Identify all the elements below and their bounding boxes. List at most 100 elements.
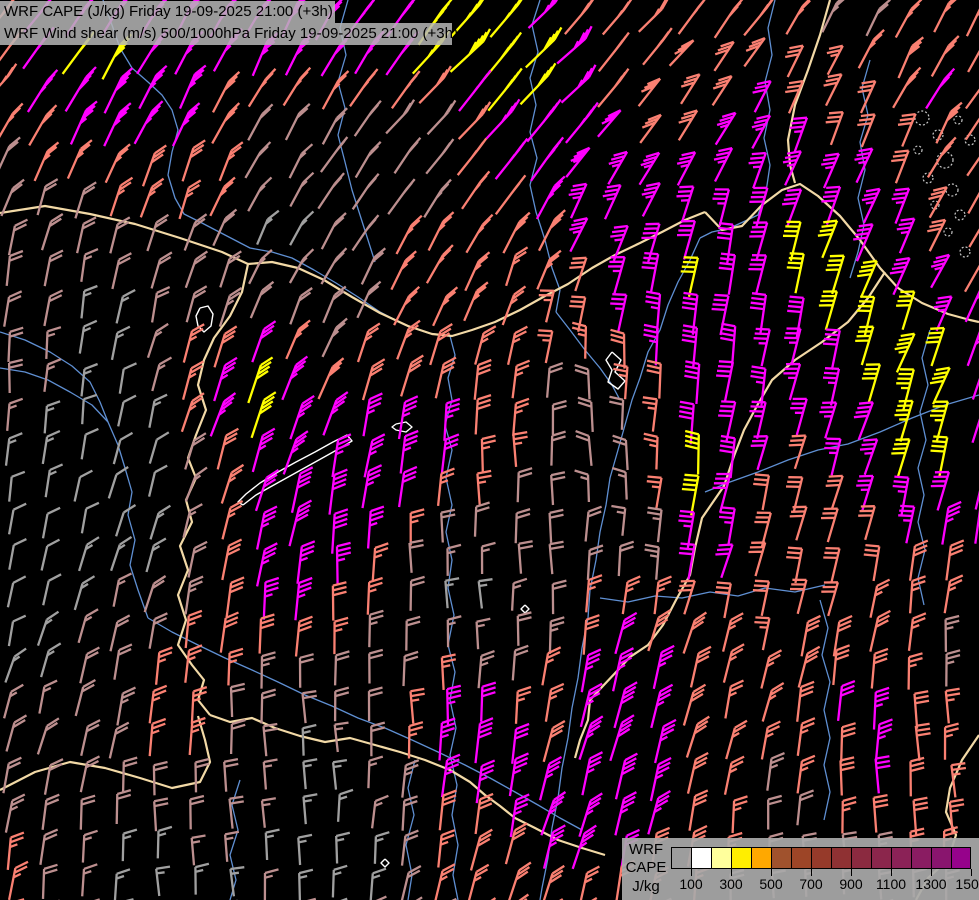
wind-barb bbox=[783, 222, 801, 261]
wind-barb bbox=[265, 869, 279, 900]
urban-area-blob bbox=[955, 210, 965, 220]
wind-barb bbox=[557, 26, 591, 63]
wind-barb bbox=[262, 652, 276, 688]
wind-barb bbox=[823, 330, 840, 370]
wind-barb bbox=[79, 609, 99, 643]
wind-barb bbox=[516, 509, 530, 543]
colorbar-cell bbox=[691, 847, 711, 869]
wind-barb bbox=[150, 432, 169, 463]
river-line bbox=[918, 330, 930, 605]
wind-barb bbox=[300, 654, 314, 688]
wind-barb bbox=[369, 650, 383, 684]
wind-barb bbox=[582, 752, 602, 795]
wind-barb bbox=[186, 468, 207, 502]
wind-barb bbox=[833, 645, 849, 685]
wind-barb bbox=[684, 361, 699, 404]
wind-barb bbox=[640, 115, 661, 143]
wind-barb bbox=[120, 363, 137, 393]
wind-barb bbox=[784, 329, 800, 366]
wind-barb bbox=[82, 503, 99, 534]
wind-barb bbox=[876, 719, 893, 761]
wind-barb bbox=[790, 399, 807, 435]
wind-barb bbox=[690, 790, 708, 830]
wind-barb bbox=[719, 507, 735, 545]
wind-barb bbox=[684, 613, 707, 654]
wind-barb bbox=[222, 540, 241, 581]
wind-barb bbox=[154, 762, 168, 795]
wind-barb bbox=[725, 681, 743, 719]
wind-barb bbox=[264, 760, 278, 790]
wind-barb bbox=[841, 757, 855, 795]
wind-barb bbox=[394, 287, 419, 325]
wind-barb bbox=[392, 71, 420, 108]
wind-barb bbox=[427, 245, 453, 283]
wind-barb bbox=[180, 180, 201, 219]
wind-barb bbox=[333, 760, 347, 790]
wind-barb bbox=[386, 100, 414, 134]
wind-barb bbox=[406, 617, 420, 651]
wind-barb bbox=[321, 248, 346, 284]
wind-barb bbox=[221, 613, 239, 653]
wind-barb bbox=[726, 721, 747, 759]
wind-barb bbox=[40, 830, 57, 865]
wind-barb bbox=[508, 327, 527, 365]
wind-barb bbox=[647, 361, 661, 399]
wind-barb bbox=[725, 757, 744, 795]
wind-barb bbox=[296, 617, 313, 657]
wind-barb bbox=[681, 74, 700, 104]
wind-barb bbox=[860, 439, 877, 474]
wind-barb bbox=[304, 794, 318, 824]
colorbar-tick-label: 700 bbox=[789, 876, 833, 892]
header-title-cape: WRF CAPE (J/kg) Friday 19-09-2025 21:00 … bbox=[0, 1, 335, 23]
wind-barb bbox=[38, 612, 59, 646]
wind-barb bbox=[872, 649, 888, 689]
wind-barb bbox=[546, 684, 564, 722]
wind-barb bbox=[362, 248, 386, 284]
wind-barb bbox=[790, 580, 806, 614]
wind-barb bbox=[749, 543, 766, 577]
wind-barb bbox=[714, 42, 733, 71]
wind-barb bbox=[248, 177, 271, 211]
wind-barb bbox=[821, 582, 838, 616]
wind-barb bbox=[931, 255, 949, 288]
wind-barb bbox=[513, 432, 527, 467]
wind-barb bbox=[441, 510, 455, 543]
wind-barb bbox=[611, 506, 625, 536]
wind-barb bbox=[573, 826, 597, 869]
wind-barb bbox=[749, 188, 767, 227]
wind-barb bbox=[575, 471, 589, 503]
wind-barb bbox=[521, 63, 556, 104]
wind-barb bbox=[551, 432, 565, 466]
wind-barb bbox=[946, 616, 960, 652]
wind-barb bbox=[290, 396, 314, 439]
wind-barb bbox=[43, 574, 61, 605]
wind-barb bbox=[874, 795, 889, 833]
wind-barb bbox=[0, 104, 23, 142]
colorbar-tick-label: 1500 bbox=[949, 876, 979, 892]
wind-barb bbox=[823, 368, 839, 405]
wind-barb bbox=[642, 183, 660, 216]
wind-barb bbox=[46, 464, 63, 497]
wind-barb bbox=[42, 540, 60, 571]
wind-barb bbox=[411, 689, 425, 724]
wind-barb bbox=[9, 862, 28, 900]
wind-barb bbox=[967, 0, 979, 36]
wind-barb bbox=[114, 433, 133, 464]
wind-barb bbox=[767, 753, 784, 791]
lake-outline bbox=[381, 859, 389, 867]
wind-barb bbox=[257, 211, 279, 245]
wind-barb bbox=[156, 648, 172, 685]
wind-barb bbox=[295, 578, 312, 620]
wind-barb bbox=[318, 173, 344, 209]
wind-barb bbox=[419, 66, 451, 103]
wind-barb bbox=[45, 401, 60, 433]
wind-barb bbox=[824, 439, 840, 476]
wind-barb bbox=[81, 756, 100, 792]
wind-barb bbox=[827, 46, 843, 75]
wind-barb bbox=[841, 723, 855, 762]
wind-barb bbox=[724, 644, 744, 682]
wind-barb bbox=[252, 321, 275, 362]
wind-barb bbox=[642, 253, 659, 293]
wind-barb bbox=[210, 178, 235, 216]
wind-barb bbox=[9, 504, 26, 535]
